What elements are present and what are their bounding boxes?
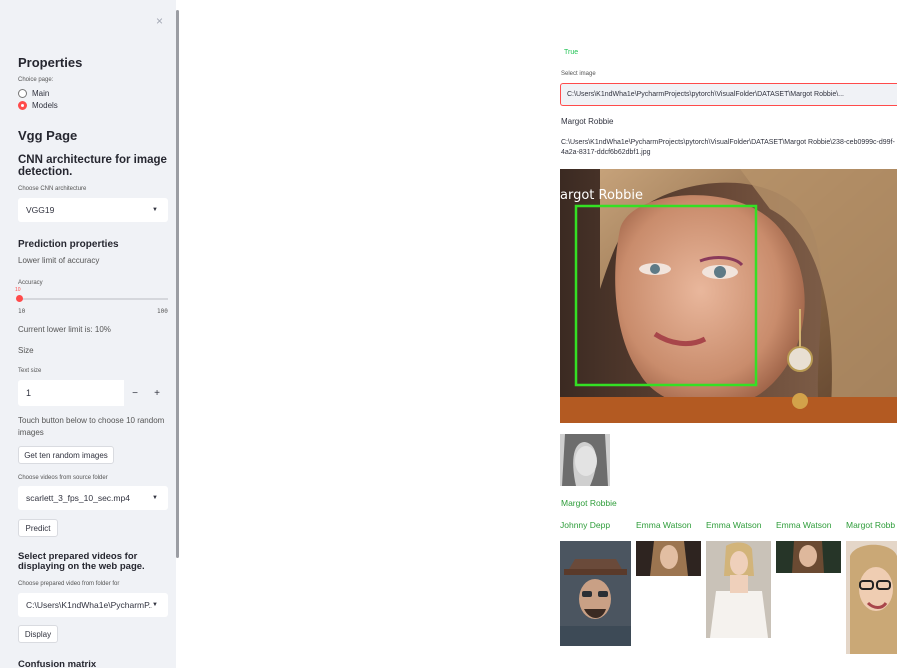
page-title: Vgg Page [18, 128, 78, 143]
true-text: True [564, 49, 579, 56]
predicted-name: Margot Robbie [561, 117, 614, 126]
accuracy-slider-handle[interactable] [16, 295, 23, 302]
image-path-input[interactable]: C:\Users\K1ndWha1e\PycharmProjects\pytor… [560, 83, 897, 106]
choice-page-label: Choice page: [18, 77, 54, 83]
selected-thumbnail [560, 434, 610, 486]
result-image-2 [636, 541, 701, 576]
result-name-2: Emma Watson [636, 520, 692, 530]
radio-main-circle[interactable] [18, 89, 27, 98]
cnn-select[interactable]: VGG19 ▼ [18, 198, 168, 222]
thumbnail-photo [560, 434, 610, 486]
videos-select-label: Choose videos from source folder [18, 475, 108, 481]
confusion-matrix-heading: Confusion matrix [18, 659, 97, 668]
radio-models[interactable]: Models [18, 101, 58, 110]
chevron-down-icon: ▼ [152, 495, 158, 501]
predict-button[interactable]: Predict [18, 519, 58, 537]
select-image-label: Select image [561, 71, 596, 77]
radio-main-label: Main [32, 89, 50, 98]
result-image-1 [560, 541, 631, 646]
increment-button[interactable]: + [146, 380, 168, 406]
text-size-stepper[interactable]: 1 − + [18, 380, 168, 406]
lower-limit-text: Lower limit of accuracy [18, 256, 100, 265]
decrement-button[interactable]: − [124, 380, 146, 406]
image-full-path: C:\Users\K1ndWha1e\PycharmProjects\pytor… [561, 139, 895, 156]
accuracy-slider-track[interactable] [18, 298, 168, 300]
videos-select[interactable]: scarlett_3_fps_10_sec.mp4 ▼ [18, 486, 168, 510]
get-random-images-button[interactable]: Get ten random images [18, 446, 114, 464]
sidebar-scrollbar[interactable] [176, 10, 179, 558]
current-limit-text: Current lower limit is: 10% [18, 325, 111, 334]
cnn-select-value: VGG19 [26, 205, 55, 215]
chevron-down-icon: ▼ [152, 602, 158, 608]
prepared-videos-heading: Select prepared videos for displaying on… [18, 551, 145, 572]
properties-heading: Properties [18, 55, 83, 70]
display-button[interactable]: Display [18, 625, 58, 643]
face-photo-illustration: argot Robbie [560, 169, 897, 423]
thumbnail-caption: Margot Robbie [561, 498, 617, 508]
slider-max: 100 [157, 308, 168, 315]
chevron-down-icon: ▼ [152, 207, 158, 213]
size-text: Size [18, 346, 34, 355]
cnn-heading: CNN architecture for image detection. [18, 154, 167, 178]
result-image-4 [776, 541, 841, 573]
accuracy-label: Accuracy [18, 280, 43, 286]
result-name-3: Emma Watson [706, 520, 762, 530]
prepared-video-value: C:\Users\K1ndWha1e\PycharmP... [26, 600, 153, 610]
sidebar: × Properties Choice page: Main Models Vg… [0, 0, 176, 668]
result-name-1: Johnny Depp [560, 520, 611, 530]
touch-text: Touch button below to choose 10 random i… [18, 416, 165, 437]
text-size-label: Text size [18, 368, 42, 374]
text-size-value[interactable]: 1 [18, 380, 124, 406]
slider-min: 10 [18, 308, 26, 315]
result-name-5: Margot Robb [846, 520, 896, 530]
prediction-heading: Prediction properties [18, 239, 119, 250]
radio-models-circle[interactable] [18, 101, 27, 110]
result-image-5 [846, 541, 897, 654]
detection-image: argot Robbie [560, 169, 897, 423]
detection-label: argot Robbie [560, 188, 643, 203]
result-image-3 [706, 541, 771, 638]
prepared-select-label: Choose prepared video from folder for [18, 581, 120, 587]
result-name-4: Emma Watson [776, 520, 832, 530]
cnn-select-label: Choose CNN architecture [18, 186, 87, 192]
close-sidebar-icon[interactable]: × [156, 14, 163, 28]
videos-select-value: scarlett_3_fps_10_sec.mp4 [26, 493, 130, 503]
radio-models-label: Models [32, 101, 58, 110]
radio-main[interactable]: Main [18, 89, 49, 98]
slider-current-value: 10 [15, 287, 21, 293]
prepared-video-select[interactable]: C:\Users\K1ndWha1e\PycharmP... ▼ [18, 593, 168, 617]
